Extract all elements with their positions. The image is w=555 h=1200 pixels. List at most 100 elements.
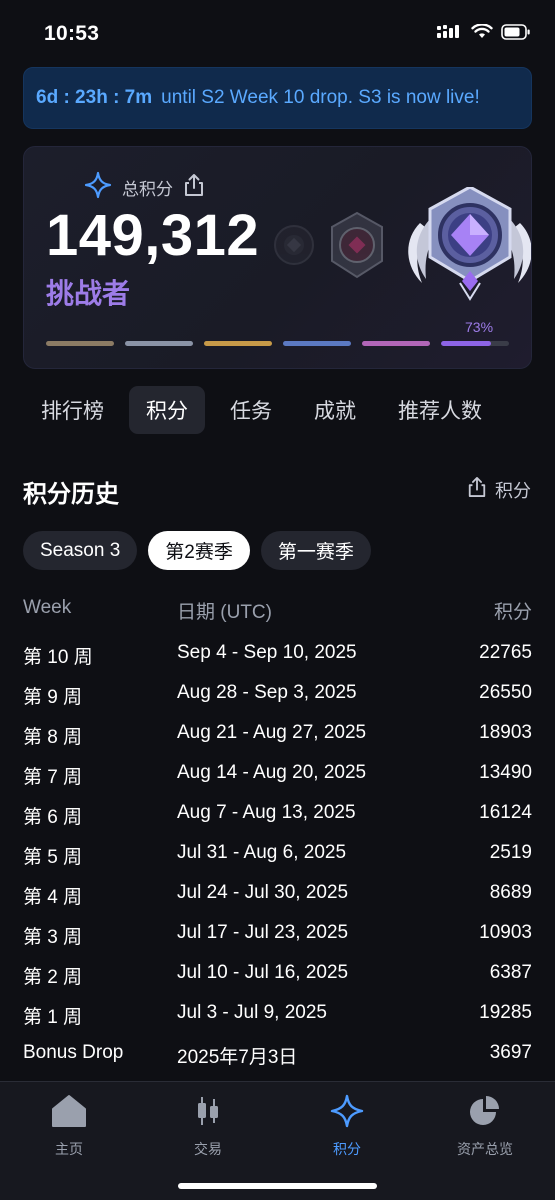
row-week: 第 9 周: [23, 687, 83, 708]
nav-portfolio[interactable]: 资产总览: [425, 1094, 545, 1159]
table-row: 第 7 周 Aug 14 - Aug 20, 2025 13490: [23, 762, 532, 788]
share-icon[interactable]: [183, 173, 205, 202]
points-card-header: 总积分: [84, 171, 205, 204]
table-row: Bonus Drop 2025年7月3日 3697: [23, 1042, 532, 1068]
header-week: Week: [23, 597, 72, 618]
tier-segment-current: [441, 341, 509, 346]
tier-segment: [283, 341, 351, 346]
countdown-timer: 6d : 23h : 7m: [36, 87, 153, 108]
home-icon: [51, 1094, 87, 1133]
tier-segment: [125, 341, 193, 346]
row-date: 2025年7月3日: [177, 1047, 298, 1068]
row-date: Aug 14 - Aug 20, 2025: [177, 762, 367, 783]
row-week: 第 2 周: [23, 967, 83, 988]
nav-home[interactable]: 主页: [9, 1094, 129, 1159]
share-icon: [467, 476, 487, 503]
nav-label: 交易: [194, 1141, 222, 1157]
header-points: 积分: [493, 602, 532, 623]
tab-leaderboard[interactable]: 排行榜: [24, 386, 121, 434]
season-chip-3[interactable]: Season 3: [23, 531, 138, 570]
tier-progress-bar: [46, 341, 509, 346]
nav-trade[interactable]: 交易: [148, 1094, 268, 1159]
points-history-title: 积分历史: [23, 481, 119, 508]
row-points: 26550: [479, 682, 532, 703]
signal-icon: [437, 24, 463, 45]
row-points: 13490: [479, 762, 532, 783]
table-row: 第 4 周 Jul 24 - Jul 30, 2025 8689: [23, 882, 532, 908]
tier-segment: [46, 341, 114, 346]
row-date: Sep 4 - Sep 10, 2025: [177, 642, 357, 663]
rank-badge-icon: [331, 211, 383, 279]
row-date: Aug 7 - Aug 13, 2025: [177, 802, 356, 823]
candlestick-icon: [190, 1094, 226, 1133]
table-row: 第 10 周 Sep 4 - Sep 10, 2025 22765: [23, 642, 532, 668]
row-points: 8689: [489, 882, 532, 903]
row-date: Jul 3 - Jul 9, 2025: [177, 1002, 327, 1023]
rank-name: 挑战者: [46, 278, 131, 309]
rank-badge-icon: [274, 225, 314, 265]
pie-chart-icon: [467, 1094, 503, 1133]
status-bar: 10:53: [0, 0, 555, 66]
total-points-card: 总积分 149,312 挑战者 73%: [23, 146, 532, 369]
row-points: 18903: [479, 722, 532, 743]
table-row: 第 9 周 Aug 28 - Sep 3, 2025 26550: [23, 682, 532, 708]
table-row: 第 2 周 Jul 10 - Jul 16, 2025 6387: [23, 962, 532, 988]
row-week: 第 3 周: [23, 927, 83, 948]
row-points: 3697: [489, 1042, 532, 1063]
nav-points[interactable]: 积分: [287, 1094, 407, 1159]
table-row: 第 6 周 Aug 7 - Aug 13, 2025 16124: [23, 802, 532, 828]
points-card-title: 总积分: [122, 180, 173, 199]
tier-segment: [362, 341, 430, 346]
sparkle-icon: [329, 1094, 365, 1133]
row-points: 19285: [479, 1002, 532, 1023]
row-week: 第 1 周: [23, 1007, 83, 1028]
row-date: Jul 24 - Jul 30, 2025: [177, 882, 349, 903]
season-filter: Season 3 第2赛季 第一赛季: [23, 531, 371, 570]
row-date: Jul 10 - Jul 16, 2025: [177, 962, 349, 983]
progress-percent: 73%: [465, 319, 494, 335]
row-date: Aug 21 - Aug 27, 2025: [177, 722, 367, 743]
row-week: 第 8 周: [23, 727, 83, 748]
nav-label: 积分: [333, 1141, 361, 1157]
sparkle-icon: [84, 171, 112, 204]
row-week: 第 7 周: [23, 767, 83, 788]
row-points: 16124: [479, 802, 532, 823]
share-points-button[interactable]: 积分: [467, 476, 531, 503]
row-date: Jul 17 - Jul 23, 2025: [177, 922, 349, 943]
row-points: 2519: [489, 842, 532, 863]
tier-segment-fill: [441, 341, 491, 346]
home-indicator: [178, 1183, 377, 1189]
banner-message: until S2 Week 10 drop. S3 is now live!: [161, 87, 480, 108]
countdown-banner[interactable]: 6d : 23h : 7m until S2 Week 10 drop. S3 …: [23, 67, 532, 129]
tab-achievements[interactable]: 成就: [297, 386, 373, 434]
row-date: Jul 31 - Aug 6, 2025: [177, 842, 347, 863]
nav-label: 主页: [55, 1141, 83, 1157]
row-week: Bonus Drop: [23, 1042, 124, 1063]
row-week: 第 6 周: [23, 807, 83, 828]
season-chip-2[interactable]: 第2赛季: [148, 531, 250, 570]
status-time: 10:53: [44, 22, 100, 45]
total-points-value: 149,312: [46, 203, 260, 268]
history-table-header: Week 日期 (UTC) 积分: [23, 597, 532, 623]
wifi-icon: [471, 23, 493, 45]
status-icons: [437, 23, 531, 45]
season-chip-1[interactable]: 第一赛季: [260, 531, 371, 570]
tab-points[interactable]: 积分: [129, 386, 205, 434]
table-row: 第 1 周 Jul 3 - Jul 9, 2025 19285: [23, 1002, 532, 1028]
rank-badge-icon: [408, 185, 531, 301]
row-week: 第 4 周: [23, 887, 83, 908]
header-date: 日期 (UTC): [177, 602, 272, 623]
tab-tasks[interactable]: 任务: [213, 386, 289, 434]
section-tabs: 排行榜 积分 任务 成就 推荐人数: [24, 386, 499, 434]
row-points: 6387: [489, 962, 532, 983]
row-week: 第 5 周: [23, 847, 83, 868]
share-label: 积分: [495, 480, 531, 501]
tier-segment: [204, 341, 272, 346]
nav-label: 资产总览: [457, 1141, 513, 1157]
battery-icon: [501, 24, 531, 45]
rank-badges: [264, 185, 531, 317]
table-row: 第 8 周 Aug 21 - Aug 27, 2025 18903: [23, 722, 532, 748]
tab-referrals[interactable]: 推荐人数: [381, 386, 499, 434]
table-row: 第 3 周 Jul 17 - Jul 23, 2025 10903: [23, 922, 532, 948]
table-row: 第 5 周 Jul 31 - Aug 6, 2025 2519: [23, 842, 532, 868]
